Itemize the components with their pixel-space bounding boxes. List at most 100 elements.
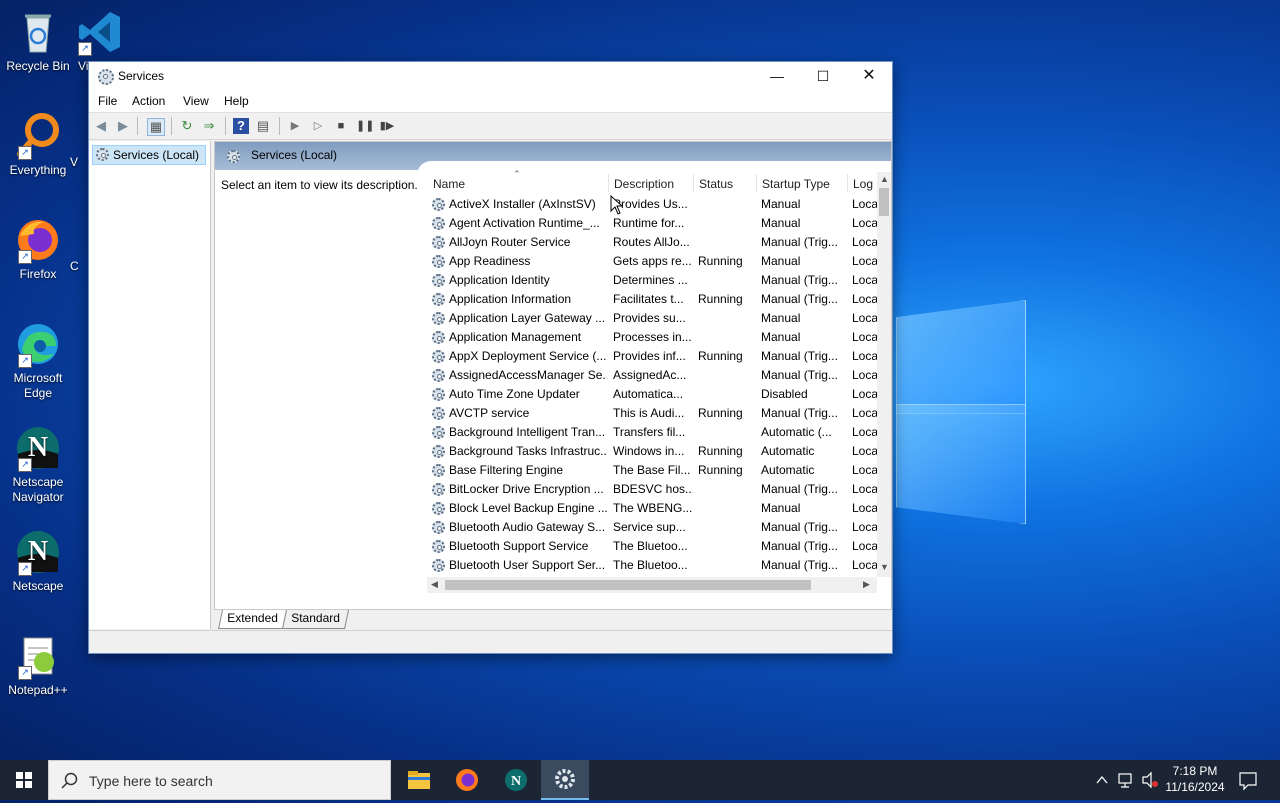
tab-label: Extended <box>227 611 278 625</box>
service-description: Transfers fil... <box>613 425 686 439</box>
service-row[interactable]: Agent Activation Runtime_... Runtime for.… <box>427 214 877 233</box>
menu-file[interactable]: File <box>98 94 117 108</box>
service-startup-type: Manual (Trig... <box>761 539 838 553</box>
service-row[interactable]: Bluetooth Audio Gateway S... Service sup.… <box>427 518 877 537</box>
service-log-on-as: Loca <box>852 330 877 344</box>
service-row[interactable]: Bluetooth User Support Ser... The Bluetoo… <box>427 556 877 575</box>
horizontal-scrollbar[interactable]: ◀ ▶ <box>427 577 877 593</box>
menu-view[interactable]: View <box>183 94 209 108</box>
notifications-button[interactable] <box>1236 760 1260 800</box>
maximize-button[interactable]: ☐ <box>800 62 846 90</box>
service-startup-type: Manual (Trig... <box>761 520 838 534</box>
start-service-icon[interactable]: ▶ <box>287 118 303 134</box>
service-row[interactable]: BitLocker Drive Encryption ... BDESVC hos… <box>427 480 877 499</box>
export-list-icon[interactable]: ⇒ <box>201 118 217 134</box>
desktop-icon-firefox[interactable]: ↗ Firefox <box>0 216 76 282</box>
service-startup-type: Manual (Trig... <box>761 349 838 363</box>
services-gear-icon <box>96 148 109 161</box>
minimize-button[interactable]: — <box>754 62 800 90</box>
help-icon[interactable]: ? <box>233 118 249 134</box>
service-description: Provides inf... <box>613 349 686 363</box>
back-arrow-icon[interactable]: ◀ <box>93 118 109 134</box>
service-row[interactable]: AppX Deployment Service (... Provides inf… <box>427 347 877 366</box>
service-gear-icon <box>432 483 445 496</box>
desktop-icon-notepadpp[interactable]: ↗ Notepad++ <box>0 632 76 698</box>
vertical-scrollbar[interactable]: ▲ ▼ <box>877 172 891 577</box>
taskbar-firefox[interactable] <box>443 760 491 800</box>
scroll-down-icon[interactable]: ▼ <box>880 562 889 572</box>
service-name: ActiveX Installer (AxInstSV) <box>449 197 596 211</box>
close-button[interactable]: ✕ <box>846 62 892 90</box>
menu-action[interactable]: Action <box>132 94 165 108</box>
show-hidden-icons-button[interactable] <box>1094 760 1110 800</box>
taskbar-search-box[interactable]: Type here to search <box>48 760 391 800</box>
service-gear-icon <box>432 426 445 439</box>
column-header-description[interactable]: Description <box>614 177 674 191</box>
forward-arrow-icon[interactable]: ▶ <box>115 118 131 134</box>
start-button[interactable] <box>0 760 48 800</box>
network-tray-button[interactable] <box>1116 760 1136 800</box>
scroll-right-icon[interactable]: ▶ <box>863 579 870 590</box>
desktop-icon-label: Notepad++ <box>8 683 68 697</box>
pane-title: Services (Local) <box>251 148 338 162</box>
horizontal-scroll-thumb[interactable] <box>445 580 811 590</box>
properties-icon[interactable]: ▤ <box>255 118 271 134</box>
taskbar-netscape[interactable]: N <box>492 760 540 800</box>
list-header: Name ⌃ Description Status Startup Type L… <box>427 169 877 194</box>
vertical-scroll-thumb[interactable] <box>879 188 889 216</box>
service-description: Gets apps re... <box>613 254 692 268</box>
tab-extended[interactable]: Extended <box>217 610 287 629</box>
clock-date: 11/16/2024 <box>1165 780 1225 794</box>
service-description: BDESVC hos... <box>613 482 693 496</box>
column-header-log-on-as[interactable]: Log <box>853 177 873 191</box>
desktop-icon-recycle-bin[interactable]: Recycle Bin <box>0 8 76 74</box>
service-row[interactable]: Bluetooth Support Service The Bluetoo... M… <box>427 537 877 556</box>
scroll-left-icon[interactable]: ◀ <box>431 579 438 590</box>
scroll-up-icon[interactable]: ▲ <box>880 174 889 184</box>
service-row[interactable]: Application Information Facilitates t... R… <box>427 290 877 309</box>
service-row[interactable]: Auto Time Zone Updater Automatica... Disab… <box>427 385 877 404</box>
taskbar-file-explorer[interactable] <box>395 760 443 800</box>
menu-help[interactable]: Help <box>224 94 249 108</box>
service-row[interactable]: AssignedAccessManager Se... AssignedAc...… <box>427 366 877 385</box>
title-bar[interactable]: Services — ☐ ✕ <box>89 62 892 90</box>
refresh-icon[interactable]: ↻ <box>179 118 195 134</box>
tab-standard[interactable]: Standard <box>281 610 349 629</box>
desktop-icon-netscape[interactable]: N ↗ Netscape <box>0 528 76 594</box>
service-description: Determines ... <box>613 273 688 287</box>
service-log-on-as: Loca <box>852 273 877 287</box>
service-log-on-as: Loca <box>852 292 877 306</box>
desktop-icon-everything[interactable]: ↗ Everything <box>0 112 76 178</box>
show-hide-console-tree-icon[interactable]: ▦ <box>147 118 165 136</box>
desktop-icon-edge[interactable]: ↗ Microsoft Edge <box>0 320 76 401</box>
pause-service-icon[interactable]: ❚❚ <box>356 118 374 134</box>
service-row[interactable]: Application Identity Determines ... Manual… <box>427 271 877 290</box>
start-service-alt-icon[interactable]: ▷ <box>310 118 326 134</box>
service-row[interactable]: Block Level Backup Engine ... The WBENG..… <box>427 499 877 518</box>
service-row[interactable]: Base Filtering Engine The Base Fil... Runn… <box>427 461 877 480</box>
service-startup-type: Manual (Trig... <box>761 292 838 306</box>
column-header-startup-type[interactable]: Startup Type <box>762 177 830 191</box>
service-gear-icon <box>432 445 445 458</box>
tree-node-services-local[interactable]: Services (Local) <box>92 145 206 165</box>
service-row[interactable]: Background Tasks Infrastruc... Windows in… <box>427 442 877 461</box>
service-log-on-as: Loca <box>852 197 877 211</box>
service-row[interactable]: AVCTP service This is Audi... Running Manua… <box>427 404 877 423</box>
service-name: AVCTP service <box>449 406 530 420</box>
service-row[interactable]: AllJoyn Router Service Routes AllJo... Man… <box>427 233 877 252</box>
stop-service-icon[interactable]: ■ <box>333 118 349 134</box>
restart-service-icon[interactable]: ▮▶ <box>379 118 395 134</box>
volume-tray-button[interactable] <box>1140 760 1160 800</box>
service-row[interactable]: Application Layer Gateway ... Provides su… <box>427 309 877 328</box>
desktop-icon-netscape-navigator[interactable]: N ↗ Netscape Navigator <box>0 424 76 505</box>
service-row[interactable]: ActiveX Installer (AxInstSV) Provides Us.… <box>427 195 877 214</box>
service-row[interactable]: Application Management Processes in... Man… <box>427 328 877 347</box>
firefox-icon <box>456 769 478 791</box>
taskbar-clock[interactable]: 7:18 PM 11/16/2024 <box>1160 763 1230 795</box>
service-row[interactable]: App Readiness Gets apps re... Running Manua… <box>427 252 877 271</box>
service-status: Running <box>698 292 743 306</box>
column-header-name[interactable]: Name <box>433 177 465 191</box>
service-row[interactable]: Background Intelligent Tran... Transfers … <box>427 423 877 442</box>
taskbar-services[interactable] <box>541 760 589 800</box>
column-header-status[interactable]: Status <box>699 177 733 191</box>
